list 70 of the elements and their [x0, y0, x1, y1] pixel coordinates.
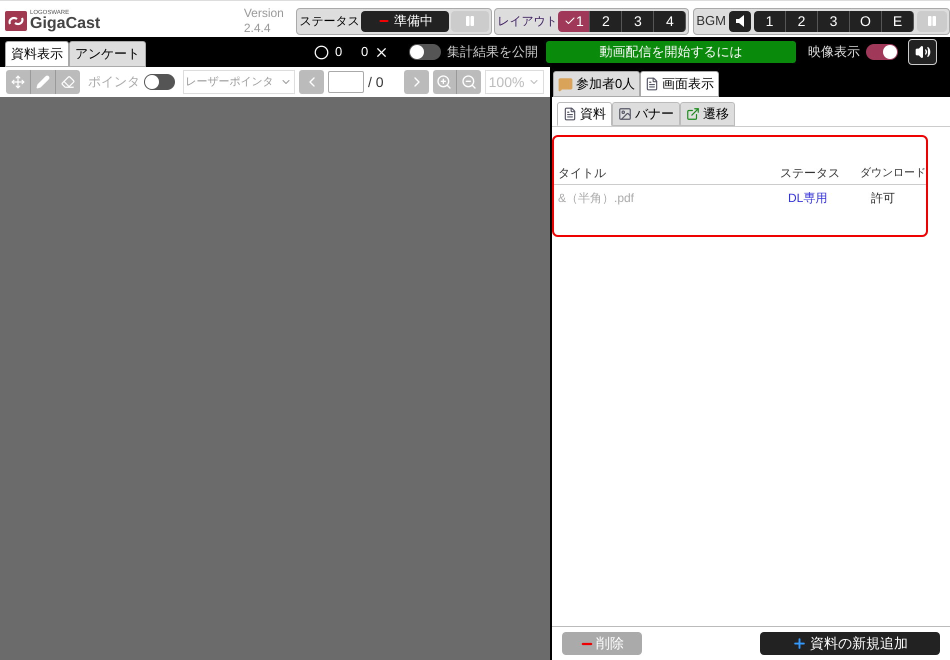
publish-label: 集計結果を公開 — [447, 43, 538, 62]
column-header: タイトル — [558, 165, 607, 182]
check-icon — [564, 15, 576, 27]
logo-icon — [5, 11, 27, 31]
zoom-in-icon — [436, 74, 452, 90]
next-page-button[interactable] — [404, 70, 430, 94]
pause-icon — [464, 15, 476, 27]
layout-option[interactable]: 1 — [558, 10, 590, 32]
status-label: ステータス — [299, 13, 360, 30]
page-total: / 0 — [368, 72, 385, 92]
table-cell-text: &（半角）.pdf — [558, 190, 636, 207]
logo-name: GigaCast — [30, 16, 100, 32]
previous-page-button[interactable] — [299, 70, 324, 94]
layout-option[interactable]: 4 — [654, 10, 686, 32]
bgm-track[interactable]: E — [882, 10, 914, 32]
version-label: Version — [244, 6, 285, 21]
zoom-out-button[interactable] — [456, 70, 481, 94]
publish-toggle[interactable] — [409, 44, 442, 60]
mute-button[interactable] — [729, 10, 751, 32]
table-cell-text: 許可 — [871, 190, 895, 207]
content-tab[interactable]: 資料 — [557, 102, 612, 126]
main-tab[interactable]: アンケート — [69, 41, 146, 67]
layout-option[interactable]: 2 — [590, 10, 622, 32]
column-header: ステータス — [780, 165, 841, 182]
move-icon — [10, 75, 25, 89]
pause-button[interactable] — [451, 10, 490, 32]
document-icon — [563, 107, 577, 121]
bgm-track[interactable]: 1 — [754, 10, 786, 32]
document-icon — [645, 77, 660, 91]
layout-label: レイアウト — [497, 13, 558, 30]
video-toggle[interactable] — [866, 44, 898, 60]
start-stream-button[interactable]: 動画配信を開始するには — [546, 41, 796, 63]
panel-tab[interactable]: 参加者0人 — [553, 71, 640, 97]
pen-tool-button[interactable] — [30, 70, 56, 94]
external-link-icon — [686, 107, 700, 121]
content-tab[interactable]: 遷移 — [680, 102, 735, 126]
pointer-label: ポインタ — [88, 73, 140, 92]
speaker-icon — [736, 15, 744, 27]
zoom-in-button[interactable] — [433, 70, 457, 94]
add-document-button[interactable]: 資料の新規追加 — [760, 632, 940, 655]
image-icon — [618, 107, 632, 121]
bgm-track[interactable]: O — [850, 10, 882, 32]
page-number-field[interactable] — [328, 71, 364, 93]
plus-icon — [792, 636, 807, 651]
wrong-count: 0 — [361, 43, 368, 62]
content-tab[interactable]: バナー — [612, 102, 680, 126]
video-label: 映像表示 — [808, 43, 860, 62]
bgm-track[interactable]: 3 — [818, 10, 850, 32]
volume-button[interactable] — [908, 39, 938, 65]
version-number: 2.4.4 — [244, 21, 272, 36]
pencil-icon — [36, 75, 50, 89]
eraser-tool-button[interactable] — [56, 70, 80, 94]
status-value: 準備中 — [361, 10, 450, 32]
zoom-out-icon — [460, 74, 477, 90]
eraser-icon — [60, 75, 75, 89]
bgm-label: BGM — [696, 12, 726, 30]
move-tool-button[interactable] — [6, 70, 31, 94]
pause-icon — [926, 15, 938, 27]
column-header: ダウンロード — [860, 166, 926, 181]
correct-count: 0 — [335, 43, 344, 62]
panel-tab[interactable]: 画面表示 — [640, 71, 720, 97]
main-tab[interactable]: 資料表示 — [5, 41, 69, 67]
volume-icon — [914, 44, 931, 60]
layout-option[interactable]: 3 — [622, 10, 654, 32]
chat-icon — [558, 76, 573, 92]
pause-button[interactable] — [917, 10, 947, 32]
bgm-track[interactable]: 2 — [786, 10, 818, 32]
pointer-toggle[interactable] — [144, 74, 175, 90]
circle-icon — [314, 44, 329, 60]
table-cell-text: DL専用 — [788, 190, 828, 207]
